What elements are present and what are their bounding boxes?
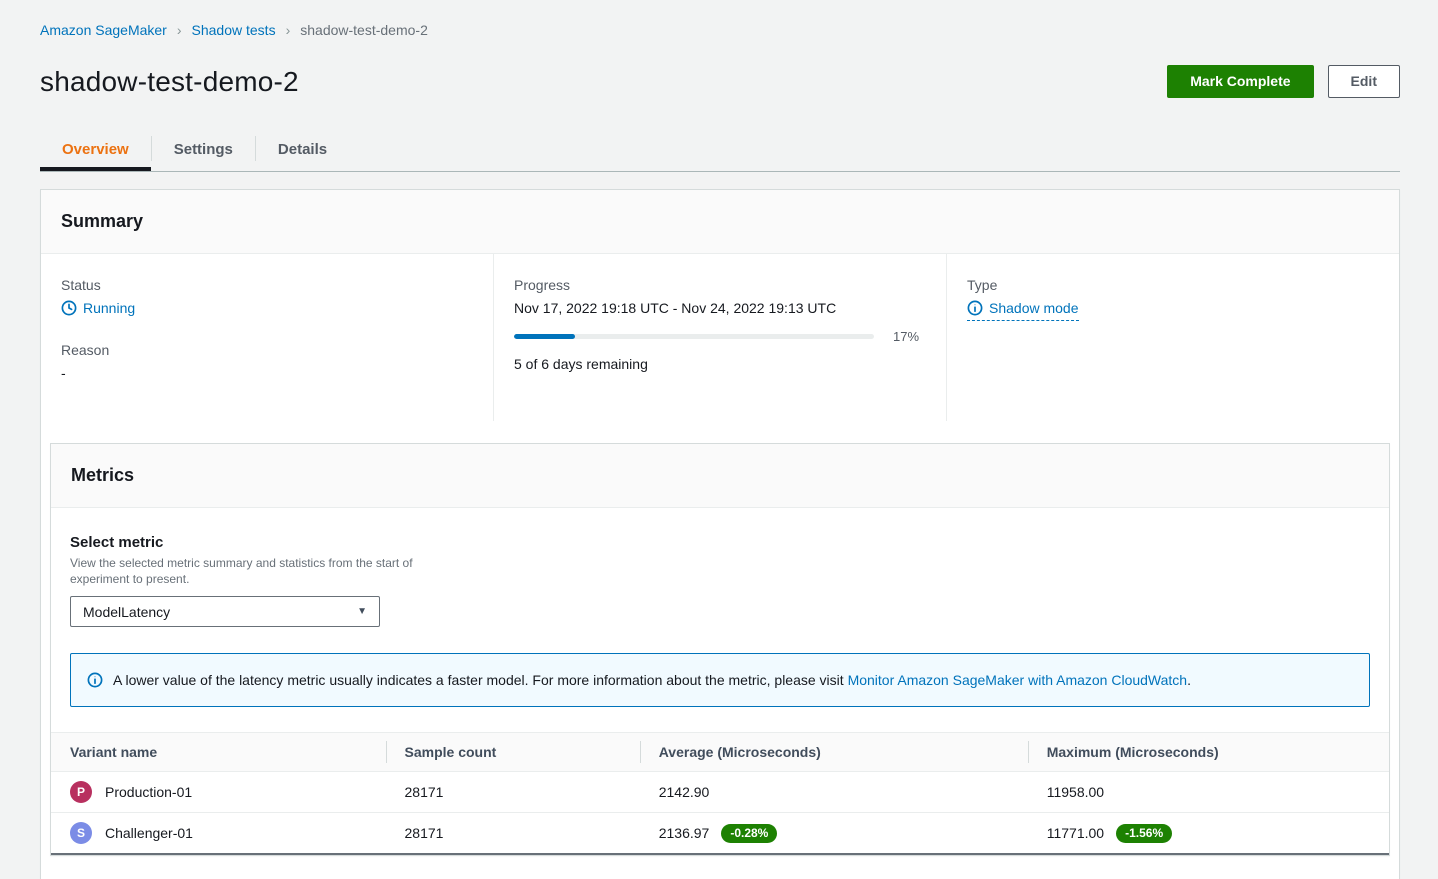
progress-remaining: 5 of 6 days remaining bbox=[514, 356, 926, 372]
metrics-body: Select metric View the selected metric s… bbox=[51, 508, 1389, 855]
summary-card: Summary Status Running Reason - bbox=[40, 189, 1400, 879]
breadcrumb-link-sagemaker[interactable]: Amazon SageMaker bbox=[40, 22, 167, 38]
progress-bar-row: 17% bbox=[514, 329, 926, 344]
variant-avatar: P bbox=[70, 781, 92, 803]
average-diff-badge: -0.28% bbox=[721, 824, 777, 843]
summary-col-status: Status Running Reason - bbox=[41, 254, 493, 421]
metric-dropdown[interactable]: ModelLatency ▼ bbox=[70, 596, 380, 627]
status-label: Status bbox=[61, 277, 473, 293]
info-icon bbox=[87, 672, 103, 688]
metrics-card: Metrics Select metric View the selected … bbox=[50, 443, 1390, 856]
info-icon bbox=[967, 300, 983, 316]
variant-name-cell: S Challenger-01 bbox=[51, 813, 386, 855]
breadcrumb-separator-icon: › bbox=[177, 22, 182, 38]
type-value[interactable]: Shadow mode bbox=[967, 300, 1079, 321]
progress-label: Progress bbox=[514, 277, 926, 293]
progress-fill bbox=[514, 334, 575, 339]
column-header-average: Average (Microseconds) bbox=[640, 733, 1028, 772]
info-alert: A lower value of the latency metric usua… bbox=[70, 653, 1370, 707]
page-header: shadow-test-demo-2 Mark Complete Edit bbox=[40, 65, 1400, 98]
clock-icon bbox=[61, 300, 77, 316]
column-header-variant-name: Variant name bbox=[51, 733, 386, 772]
select-metric-label: Select metric bbox=[70, 534, 1370, 551]
sample-count-cell: 28171 bbox=[386, 813, 640, 855]
edit-button[interactable]: Edit bbox=[1328, 65, 1400, 98]
average-cell: 2136.97 -0.28% bbox=[640, 813, 1028, 855]
summary-body: Status Running Reason - Progress Nov 17, bbox=[41, 254, 1399, 421]
status-text: Running bbox=[83, 300, 135, 316]
progress-percent: 17% bbox=[893, 329, 919, 344]
summary-col-progress: Progress Nov 17, 2022 19:18 UTC - Nov 24… bbox=[493, 254, 946, 421]
metrics-table-head: Variant name Sample count Average (Micro… bbox=[51, 733, 1389, 772]
page-title: shadow-test-demo-2 bbox=[40, 66, 299, 98]
alert-text: A lower value of the latency metric usua… bbox=[113, 671, 1191, 689]
breadcrumb-link-shadow-tests[interactable]: Shadow tests bbox=[192, 22, 276, 38]
metrics-title: Metrics bbox=[71, 465, 134, 485]
table-row: S Challenger-01 28171 2136.97 -0.28% 117… bbox=[51, 813, 1389, 855]
select-metric-description: View the selected metric summary and sta… bbox=[70, 555, 450, 587]
tab-bar: Overview Settings Details bbox=[40, 130, 1400, 172]
summary-card-header: Summary bbox=[41, 190, 1399, 254]
alert-text-before: A lower value of the latency metric usua… bbox=[113, 672, 848, 688]
progress-date-range: Nov 17, 2022 19:18 UTC - Nov 24, 2022 19… bbox=[514, 300, 926, 316]
maximum-diff-badge: -1.56% bbox=[1116, 824, 1172, 843]
maximum-value: 11958.00 bbox=[1047, 784, 1104, 800]
tab-overview[interactable]: Overview bbox=[40, 130, 151, 171]
tab-details[interactable]: Details bbox=[256, 130, 349, 171]
breadcrumb: Amazon SageMaker › Shadow tests › shadow… bbox=[40, 0, 1400, 38]
chevron-down-icon: ▼ bbox=[357, 606, 367, 617]
summary-col-type: Type Shadow mode bbox=[946, 254, 1399, 421]
table-row: P Production-01 28171 2142.90 11958.00 bbox=[51, 772, 1389, 813]
type-text: Shadow mode bbox=[989, 300, 1079, 316]
average-cell: 2142.90 bbox=[640, 772, 1028, 813]
variant-name: Production-01 bbox=[105, 784, 192, 800]
mark-complete-button[interactable]: Mark Complete bbox=[1167, 65, 1313, 98]
tab-settings[interactable]: Settings bbox=[152, 130, 255, 171]
metrics-table-body: P Production-01 28171 2142.90 11958.00 S… bbox=[51, 772, 1389, 855]
metrics-table-header-row: Variant name Sample count Average (Micro… bbox=[51, 733, 1389, 772]
alert-text-after: . bbox=[1187, 672, 1191, 688]
variant-name: Challenger-01 bbox=[105, 825, 193, 841]
breadcrumb-current: shadow-test-demo-2 bbox=[300, 22, 428, 38]
status-value: Running bbox=[61, 300, 473, 316]
breadcrumb-separator-icon: › bbox=[286, 22, 291, 38]
metric-dropdown-value: ModelLatency bbox=[83, 604, 170, 620]
column-header-sample-count: Sample count bbox=[386, 733, 640, 772]
header-actions: Mark Complete Edit bbox=[1167, 65, 1400, 98]
metrics-card-header: Metrics bbox=[51, 444, 1389, 508]
reason-label: Reason bbox=[61, 342, 473, 358]
variant-name-cell: P Production-01 bbox=[51, 772, 386, 813]
average-value: 2136.97 bbox=[659, 825, 710, 841]
maximum-cell: 11958.00 bbox=[1028, 772, 1389, 813]
type-label: Type bbox=[967, 277, 1379, 293]
maximum-value: 11771.00 bbox=[1047, 825, 1104, 841]
sample-count-cell: 28171 bbox=[386, 772, 640, 813]
summary-title: Summary bbox=[61, 211, 143, 231]
variant-avatar: S bbox=[70, 822, 92, 844]
progress-bar bbox=[514, 334, 874, 339]
page: Amazon SageMaker › Shadow tests › shadow… bbox=[0, 0, 1438, 879]
average-value: 2142.90 bbox=[659, 784, 710, 800]
cloudwatch-link[interactable]: Monitor Amazon SageMaker with Amazon Clo… bbox=[848, 672, 1188, 688]
reason-value: - bbox=[61, 365, 473, 381]
column-header-maximum: Maximum (Microseconds) bbox=[1028, 733, 1389, 772]
maximum-cell: 11771.00 -1.56% bbox=[1028, 813, 1389, 855]
metrics-table: Variant name Sample count Average (Micro… bbox=[51, 732, 1389, 855]
